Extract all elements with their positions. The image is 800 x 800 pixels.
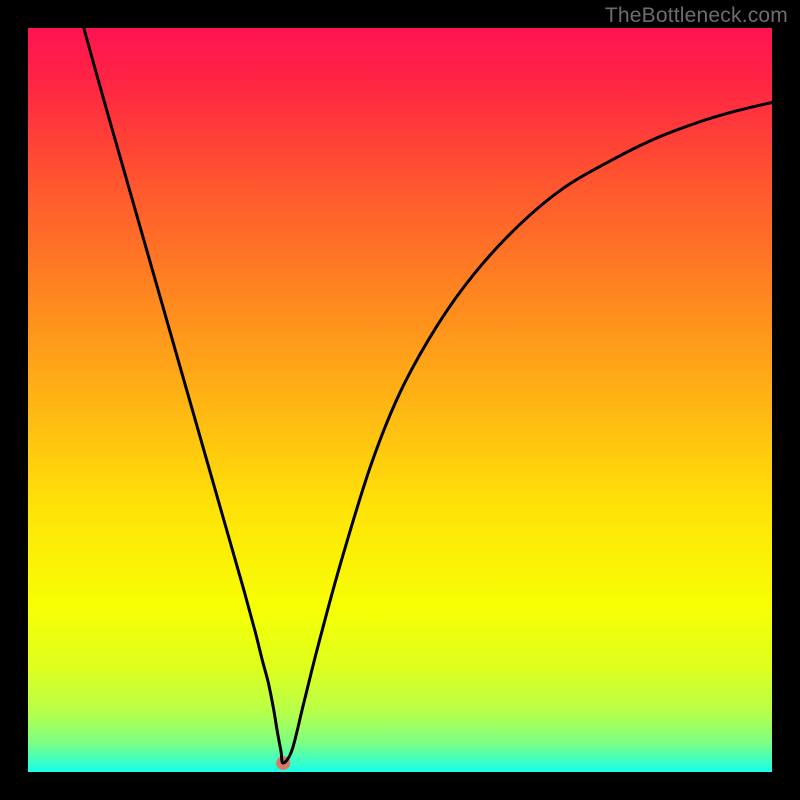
- watermark-text: TheBottleneck.com: [605, 4, 788, 28]
- chart-frame: [28, 28, 772, 772]
- bottleneck-chart: [28, 28, 772, 772]
- chart-background: [28, 28, 772, 772]
